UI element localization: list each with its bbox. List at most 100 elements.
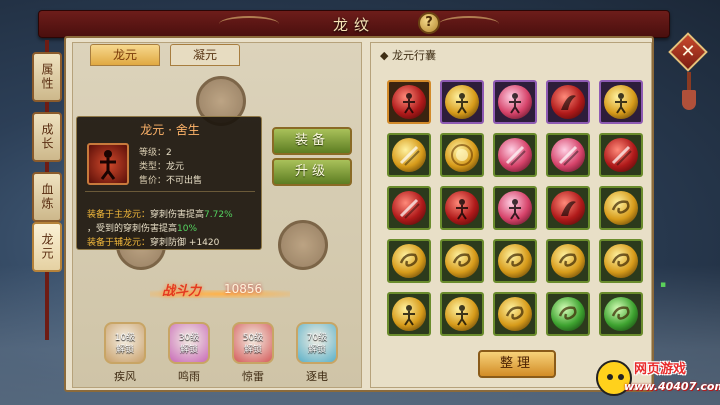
- locked-slot-name: 疾风: [114, 370, 136, 383]
- bag-slot[interactable]: [493, 186, 537, 230]
- mascot-eye-left: [607, 374, 613, 380]
- main-equip-text2: 受到的穿刺伤害提高: [96, 224, 178, 234]
- bag-slot[interactable]: [599, 80, 643, 124]
- bag-slot[interactable]: [493, 292, 537, 336]
- equip-button[interactable]: 装备: [272, 127, 352, 155]
- longyuan-orb: [392, 85, 426, 119]
- longyuan-orb: [445, 85, 479, 119]
- figure-icon: [615, 93, 627, 114]
- tab-ningyuan[interactable]: 凝元: [170, 44, 240, 66]
- main-equip-label: 装备于主龙元：: [87, 210, 151, 220]
- longyuan-orb: [551, 244, 585, 278]
- bag-slot[interactable]: [493, 239, 537, 283]
- main-equip-text: 穿刺伤害提高: [150, 210, 205, 220]
- longyuan-orb: [604, 138, 638, 172]
- bag-slot[interactable]: [546, 80, 590, 124]
- swirl-icon: [611, 253, 630, 267]
- figure-icon: [100, 150, 116, 180]
- aux-equip-label: 装备于辅龙元：: [87, 238, 151, 248]
- slash-icon: [399, 198, 420, 219]
- bag-slot[interactable]: [440, 239, 484, 283]
- figure-icon: [456, 93, 468, 114]
- side-tab-0[interactable]: 属性: [32, 52, 62, 102]
- aux-equip-text: 穿刺防御: [150, 238, 187, 248]
- page-title: 龙纹: [332, 16, 375, 34]
- longyuan-orb: [604, 297, 638, 331]
- tassel-ornament: [682, 90, 696, 110]
- sort-button[interactable]: 整理: [478, 350, 556, 378]
- bag-slot[interactable]: [387, 292, 431, 336]
- bag-slot[interactable]: [387, 133, 431, 177]
- longyuan-orb: [445, 138, 479, 172]
- bag-slot[interactable]: [493, 80, 537, 124]
- tooltip-item-icon: [87, 143, 129, 185]
- locked-slot-0[interactable]: 10级 解锁: [104, 322, 146, 364]
- slash-icon: [505, 145, 526, 166]
- tooltip-type: 龙元: [166, 162, 185, 172]
- locked-slot-unlock: 解锁: [179, 345, 198, 355]
- bag-slot[interactable]: [440, 292, 484, 336]
- longyuan-orb: [392, 138, 426, 172]
- bag-slot[interactable]: [546, 186, 590, 230]
- watermark-top: 网页游戏: [634, 362, 687, 377]
- side-tab-3[interactable]: 龙元: [32, 222, 62, 272]
- tooltip-title: 龙元 · 舍生: [140, 123, 200, 137]
- bag-slot[interactable]: [387, 239, 431, 283]
- locked-slot-1[interactable]: 30级 解锁: [168, 322, 210, 364]
- longyuan-orb: [445, 297, 479, 331]
- bag-title: ◆ 龙元行囊: [380, 49, 436, 62]
- side-tab-1[interactable]: 成长: [32, 112, 62, 162]
- locked-slot-3[interactable]: 70级 解锁: [296, 322, 338, 364]
- locked-slot-2[interactable]: 50级解锁: [232, 322, 274, 364]
- power-label: 战斗力: [162, 284, 202, 299]
- claw-icon: [561, 95, 576, 110]
- tab-longyuan[interactable]: 龙元: [90, 44, 160, 66]
- main-equip-value: 7.72%: [204, 210, 233, 220]
- watermark-bottom: www.40407.com: [624, 380, 720, 393]
- bag-slot[interactable]: [440, 80, 484, 124]
- bag-slot[interactable]: [387, 186, 431, 230]
- swirl-icon: [558, 253, 577, 267]
- longyuan-orb: [498, 138, 532, 172]
- main-equip-sep: ，: [87, 224, 97, 234]
- bag-slot[interactable]: [546, 292, 590, 336]
- locked-slot-unlock: 解锁: [307, 345, 326, 355]
- longyuan-orb: [445, 191, 479, 225]
- longyuan-orb: [551, 191, 585, 225]
- site-watermark: 网页游戏 www.40407.com: [594, 356, 720, 402]
- longyuan-orb: [498, 191, 532, 225]
- figure-icon: [456, 199, 468, 220]
- swirl-icon: [505, 253, 524, 267]
- power-value: 10856: [224, 282, 263, 296]
- longyuan-orb: [551, 85, 585, 119]
- locked-slot-unlock: 解锁: [243, 345, 262, 355]
- bag-slot[interactable]: [493, 133, 537, 177]
- swirl-icon: [399, 253, 418, 267]
- bag-slot[interactable]: [440, 186, 484, 230]
- bag-slot[interactable]: [599, 292, 643, 336]
- locked-slot-level: 10级: [114, 333, 136, 343]
- longyuan-orb: [551, 138, 585, 172]
- bag-slot[interactable]: [599, 133, 643, 177]
- upgrade-button[interactable]: 升级: [272, 158, 352, 186]
- help-button[interactable]: ?: [418, 12, 440, 34]
- figure-icon: [509, 199, 521, 220]
- longyuan-orb: [498, 244, 532, 278]
- bag-slot[interactable]: [440, 133, 484, 177]
- side-tab-2[interactable]: 血炼: [32, 172, 62, 222]
- longyuan-orb: [604, 244, 638, 278]
- claw-icon: [561, 201, 576, 216]
- equip-slot-right[interactable]: [278, 220, 328, 270]
- bag-slot[interactable]: [546, 239, 590, 283]
- tooltip-price: 不可出售: [166, 176, 203, 186]
- bag-slot[interactable]: [387, 80, 431, 124]
- bag-slot[interactable]: [599, 239, 643, 283]
- bag-title-text: 龙元行囊: [391, 49, 436, 62]
- bag-slot[interactable]: [599, 186, 643, 230]
- close-button[interactable]: ✕: [668, 32, 708, 72]
- bag-slot[interactable]: [546, 133, 590, 177]
- close-icon: ✕: [680, 41, 696, 62]
- combat-power: 战斗力 10856: [150, 280, 290, 302]
- longyuan-orb: [551, 297, 585, 331]
- locked-slot-level: 50级: [242, 333, 264, 343]
